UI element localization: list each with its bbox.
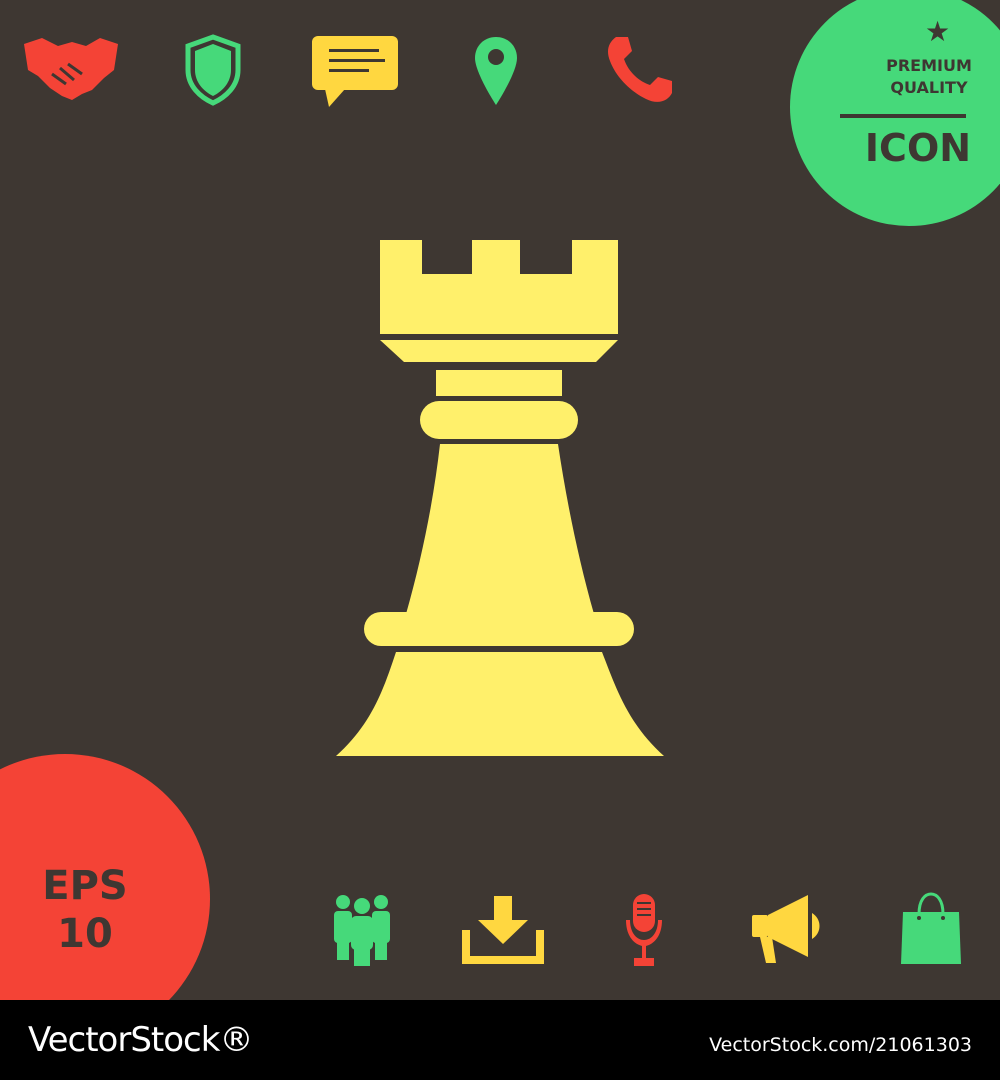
image-id-text: VectorStock.com/21061303 <box>709 1034 972 1056</box>
shopping-bag-icon <box>901 892 961 964</box>
download-icon <box>462 896 544 964</box>
phone-icon <box>608 37 672 102</box>
eps-caption: EPS 10 <box>20 862 150 958</box>
microphone-icon <box>626 894 662 966</box>
rook-icon <box>336 240 664 756</box>
eps-line2: 10 <box>57 911 113 957</box>
eps-line1: EPS <box>42 863 128 909</box>
vectorstock-logo: VectorStock® <box>28 1020 253 1060</box>
premium-quality-badge: ★ PREMIUM QUALITY ICON <box>790 0 1000 226</box>
badge-line2: QUALITY <box>890 78 968 97</box>
handshake-icon <box>24 38 118 100</box>
map-pin-icon <box>475 37 517 105</box>
badge-caption: PREMIUM QUALITY <box>876 55 982 99</box>
chat-bubble-icon <box>312 36 398 107</box>
group-icon <box>334 895 390 966</box>
footer-bar: VectorStock® VectorStock.com/21061303 <box>0 1000 1000 1080</box>
megaphone-icon <box>752 895 820 963</box>
badge-divider <box>840 114 966 118</box>
badge-label: ICON <box>864 126 972 170</box>
eps-badge: EPS 10 <box>0 754 210 1000</box>
artwork-canvas: ★ PREMIUM QUALITY ICON EPS 10 <box>0 0 1000 1000</box>
shield-icon <box>185 34 241 106</box>
star-icon: ★ <box>925 15 951 48</box>
badge-line1: PREMIUM <box>886 56 972 75</box>
